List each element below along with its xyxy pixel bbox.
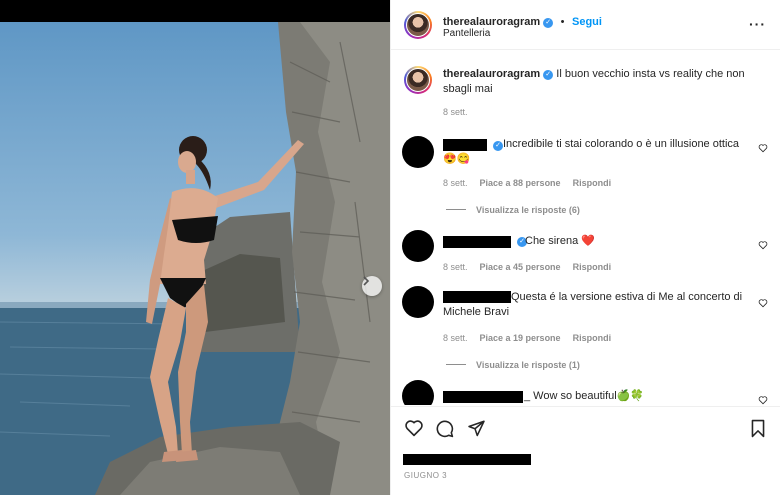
reply-button[interactable]: Rispondi [573, 262, 612, 272]
caption: therealauroragram ✓ Il buon vecchio insta… [443, 67, 763, 97]
chevron-right-icon [363, 276, 370, 286]
caption-time: 8 sett. [443, 107, 468, 117]
post-photo[interactable] [0, 22, 390, 495]
caption-username[interactable]: therealauroragram [443, 68, 540, 80]
redacted-username [443, 236, 511, 248]
commenter-avatar[interactable] [402, 230, 434, 262]
bookmark-icon[interactable] [750, 419, 766, 438]
follow-button[interactable]: Segui [572, 16, 602, 28]
comment-text: Che sirena ❤️ [525, 235, 595, 247]
comment-text: Incredibile ti stai colorando o è un ill… [443, 138, 740, 165]
redacted-username [443, 391, 523, 403]
comment-meta: 8 sett. Piace a 45 persone Rispondi [443, 262, 623, 272]
author-username[interactable]: therealauroragram [443, 16, 540, 28]
next-photo-button[interactable] [362, 276, 382, 296]
like-comment-icon[interactable] [758, 143, 768, 153]
comment-meta: 8 sett. Piace a 19 persone Rispondi [443, 333, 623, 343]
caption-avatar[interactable] [404, 66, 432, 94]
reply-button[interactable]: Rispondi [573, 333, 612, 343]
comment-likes[interactable]: Piace a 45 persone [480, 262, 561, 272]
comment-text: Questa é la versione estiva di Me al con… [443, 291, 743, 318]
verified-icon: ✓ [543, 70, 554, 80]
commenter-avatar[interactable] [402, 286, 434, 318]
like-comment-icon[interactable] [758, 298, 768, 308]
like-comment-icon[interactable] [758, 240, 768, 250]
view-replies-button[interactable]: Visualizza le risposte (1) [446, 360, 580, 370]
author-avatar[interactable] [404, 11, 432, 39]
commenter-avatar[interactable] [402, 136, 434, 168]
comment-likes[interactable]: Piace a 88 persone [480, 178, 561, 188]
view-replies-button[interactable]: Visualizza le risposte (6) [446, 205, 580, 215]
comment-time: 8 sett. [443, 333, 468, 343]
more-icon[interactable]: ··· [749, 16, 766, 32]
redacted-like-count [403, 454, 531, 465]
comment-time: 8 sett. [443, 262, 468, 272]
post-date: GIUGNO 3 [404, 471, 448, 480]
post-location[interactable]: Pantelleria [443, 28, 490, 39]
like-comment-icon[interactable] [758, 395, 768, 405]
reply-button[interactable]: Rispondi [573, 178, 612, 188]
verified-icon: ✓ [543, 18, 554, 28]
commenter-avatar[interactable] [402, 380, 434, 405]
heart-icon[interactable] [404, 419, 424, 437]
comment-icon[interactable] [435, 419, 454, 438]
separator-dot: • [560, 16, 565, 28]
action-bar: GIUGNO 3 [391, 406, 780, 496]
comment-time: 8 sett. [443, 178, 468, 188]
photo-scene [0, 22, 390, 495]
comment-likes[interactable]: Piace a 19 persone [480, 333, 561, 343]
comments-list[interactable]: therealauroragram ✓ Il buon vecchio insta… [391, 50, 780, 405]
post-panel: therealauroragram ✓ • Segui Pantelleria ·… [390, 0, 780, 495]
comment-text: _ Wow so beautiful🍏🍀 [524, 390, 645, 402]
share-icon[interactable] [467, 419, 486, 437]
top-bar [0, 0, 390, 22]
comment-meta: 8 sett. Piace a 88 persone Rispondi [443, 178, 623, 188]
post-header: therealauroragram ✓ • Segui Pantelleria ·… [391, 0, 780, 50]
